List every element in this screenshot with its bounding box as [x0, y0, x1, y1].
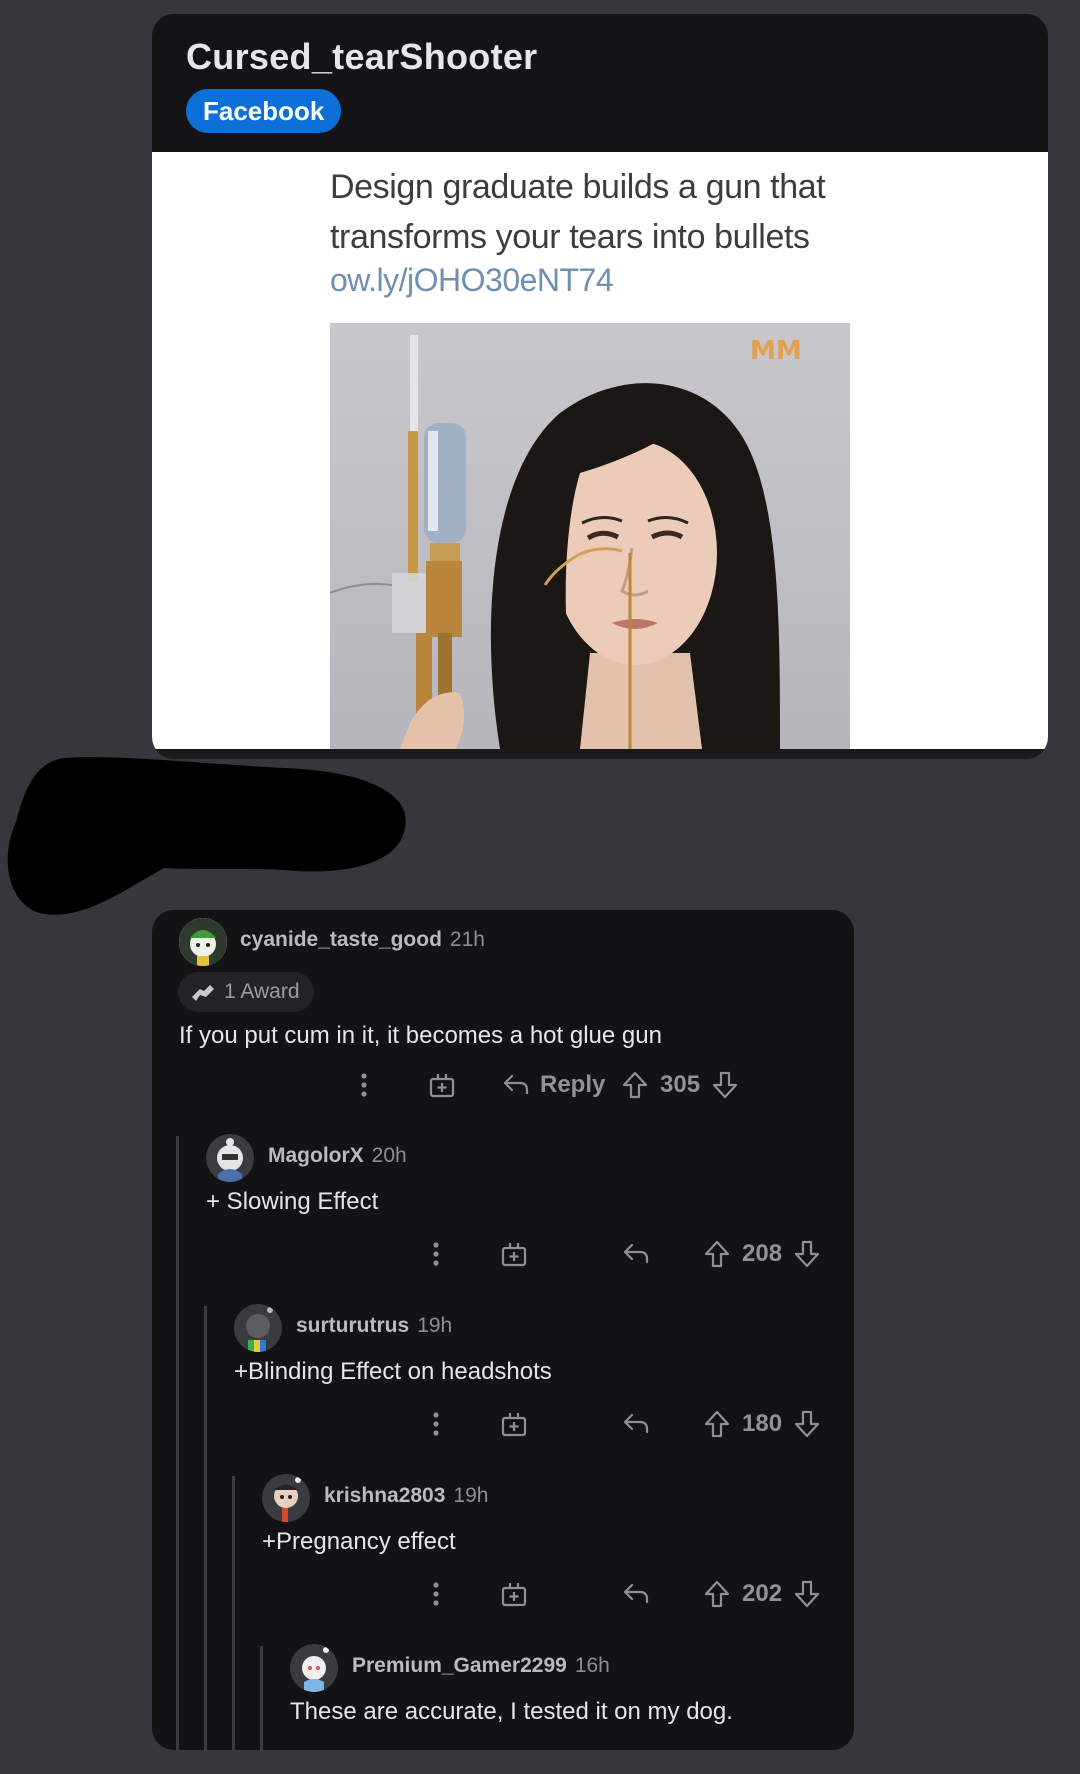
comment-meta: cyanide_taste_good 21h	[240, 928, 485, 952]
comment-time: 19h	[417, 1314, 453, 1337]
downvote-arrow-icon[interactable]	[794, 1240, 820, 1268]
reply-arrow-icon[interactable]	[622, 1574, 650, 1614]
vote-score: 208	[742, 1240, 783, 1267]
photo-woman-with-tear-gun: MM	[330, 323, 850, 749]
comment-body: These are accurate, I tested it on my do…	[290, 1698, 733, 1725]
vote-controls: 202	[704, 1574, 820, 1614]
comment-username[interactable]: MagolorX	[268, 1144, 364, 1167]
reply-button[interactable]: Reply	[502, 1065, 605, 1105]
reply-arrow-icon[interactable]	[622, 1234, 650, 1274]
avatar[interactable]	[234, 1304, 282, 1352]
comment-username[interactable]: cyanide_taste_good	[240, 928, 442, 951]
watermark-text: MM	[750, 336, 802, 366]
downvote-arrow-icon[interactable]	[794, 1410, 820, 1438]
comment-time: 21h	[449, 928, 485, 951]
vote-score: 202	[742, 1580, 783, 1607]
comment-actions: 180	[152, 1404, 854, 1444]
gift-award-icon[interactable]	[500, 1234, 528, 1274]
vote-score: 305	[660, 1071, 701, 1098]
thread-line-level-4[interactable]	[260, 1646, 263, 1750]
comment-body: +Pregnancy effect	[262, 1528, 456, 1555]
gift-award-icon[interactable]	[428, 1065, 456, 1105]
upvote-arrow-icon[interactable]	[704, 1410, 730, 1438]
vote-score: 180	[742, 1410, 783, 1437]
upvote-arrow-icon[interactable]	[622, 1071, 648, 1099]
comment-thread: cyanide_taste_good 21h 1 Award If you put…	[152, 910, 854, 1750]
gift-award-icon[interactable]	[500, 1574, 528, 1614]
award-hands-icon	[192, 985, 214, 1001]
comment-body: If you put cum in it, it becomes a hot g…	[179, 1022, 662, 1049]
more-vertical-icon[interactable]	[432, 1404, 440, 1444]
vote-controls: 305	[622, 1065, 738, 1105]
comment-meta: krishna2803 19h	[324, 1484, 488, 1508]
upvote-arrow-icon[interactable]	[704, 1580, 730, 1608]
image-headline: Design graduate builds a gun that transf…	[330, 168, 826, 256]
more-vertical-icon[interactable]	[432, 1234, 440, 1274]
comment-body: +Blinding Effect on headshots	[234, 1358, 552, 1385]
more-vertical-icon[interactable]	[432, 1574, 440, 1614]
comment-actions: 202	[152, 1574, 854, 1614]
more-vertical-icon[interactable]	[360, 1065, 368, 1105]
comment-meta: surturutrus 19h	[296, 1314, 452, 1338]
post-title[interactable]: Cursed_tearShooter	[186, 36, 538, 78]
comment-time: 16h	[574, 1654, 610, 1677]
redaction-scribble	[7, 757, 406, 915]
vote-controls: 208	[704, 1234, 820, 1274]
downvote-arrow-icon[interactable]	[794, 1580, 820, 1608]
comment-time: 19h	[453, 1484, 489, 1507]
post-flair[interactable]: Facebook	[186, 89, 342, 133]
avatar[interactable]	[179, 918, 227, 966]
avatar[interactable]	[290, 1644, 338, 1692]
image-link-text: ow.ly/jOHO30eNT74	[330, 262, 614, 298]
comment-username[interactable]: Premium_Gamer2299	[352, 1654, 567, 1677]
photo-illustration: MM	[330, 335, 802, 749]
comment-meta: MagolorX 20h	[268, 1144, 407, 1168]
avatar[interactable]	[262, 1474, 310, 1522]
comment-actions: 208	[152, 1234, 854, 1274]
reply-arrow-icon[interactable]	[622, 1404, 650, 1444]
comment-username[interactable]: krishna2803	[324, 1484, 445, 1507]
reply-arrow-icon	[503, 1074, 529, 1095]
downvote-arrow-icon[interactable]	[712, 1071, 738, 1099]
thread-line-level-2[interactable]	[204, 1306, 207, 1750]
vote-controls: 180	[704, 1404, 820, 1444]
award-badge[interactable]: 1 Award	[178, 972, 314, 1012]
comment-meta: Premium_Gamer2299 16h	[352, 1654, 610, 1678]
post-card[interactable]: Cursed_tearShooter Facebook Design gradu…	[152, 14, 1048, 759]
comment-actions: Reply 305	[152, 1065, 854, 1105]
upvote-arrow-icon[interactable]	[704, 1240, 730, 1268]
comment-body: + Slowing Effect	[206, 1188, 379, 1215]
comment-time: 20h	[371, 1144, 407, 1167]
award-label: 1 Award	[224, 980, 300, 1003]
gift-award-icon[interactable]	[500, 1404, 528, 1444]
comment-username[interactable]: surturutrus	[296, 1314, 409, 1337]
post-image[interactable]: Design graduate builds a gun that transf…	[152, 152, 1048, 749]
avatar[interactable]	[206, 1134, 254, 1182]
reply-label: Reply	[540, 1071, 606, 1098]
